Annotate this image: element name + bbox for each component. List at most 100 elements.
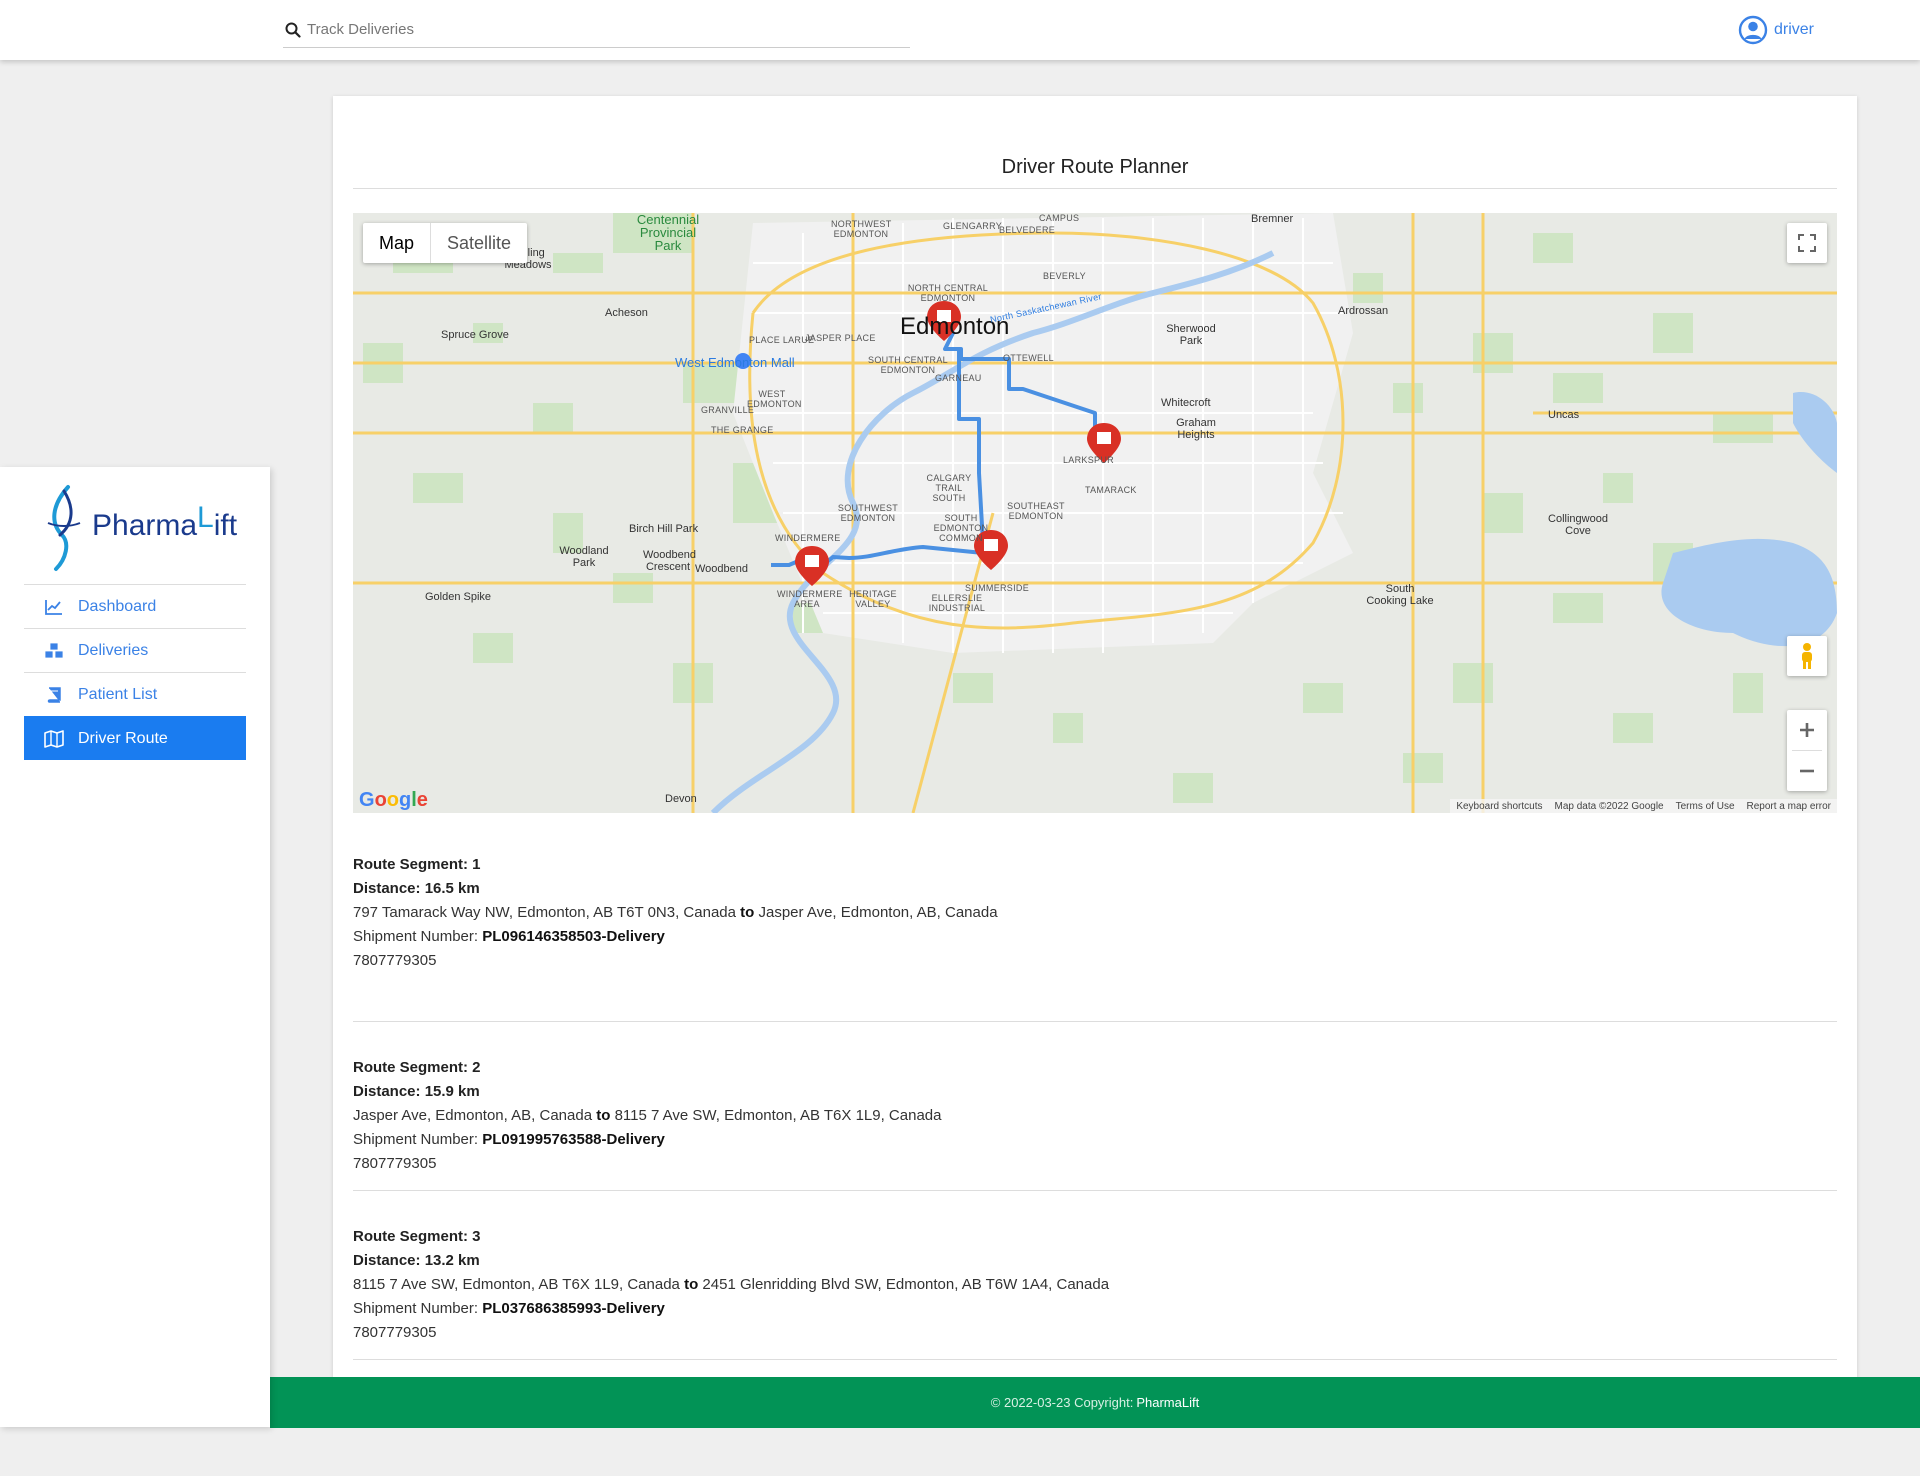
map-label-tamarack: TAMARACK xyxy=(1085,485,1137,495)
logo-text: PharmaLift xyxy=(92,501,238,542)
map-label-south-cooking: South Cooking Lake xyxy=(1366,583,1434,607)
map-label-collingwood: Collingwood Cove xyxy=(1548,513,1608,537)
map-type-satellite-button[interactable]: Satellite xyxy=(431,223,527,263)
map-label-graham: Graham Heights xyxy=(1176,417,1216,441)
user-name: driver xyxy=(1774,21,1815,38)
sidebar-item-label: Deliveries xyxy=(78,641,149,659)
map-label-sc-edmonton: SOUTH CENTRAL EDMONTON xyxy=(868,355,948,375)
segment-shipment: Shipment Number: PL096146358503-Delivery xyxy=(353,928,665,945)
lake xyxy=(1793,392,1837,473)
minus-icon xyxy=(1800,769,1814,773)
terms-link[interactable]: Terms of Use xyxy=(1676,801,1735,812)
map-label-wem: West Edmonton Mall xyxy=(675,355,795,370)
footer-brand-link[interactable]: PharmaLift xyxy=(1136,1395,1199,1410)
map-label-woodbend-crescent: Woodbend Crescent xyxy=(643,549,697,573)
map-label-nc-edmonton: NORTH CENTRAL EDMONTON xyxy=(907,283,989,303)
map-label-heritage: HERITAGE VALLEY xyxy=(849,589,897,609)
map-data-text: Map data ©2022 Google xyxy=(1554,800,1664,812)
map-label-ardrossan: Ardrossan xyxy=(1338,305,1389,317)
map-type-control: Map Satellite xyxy=(363,223,528,263)
segment-distance: Distance: 15.9 km xyxy=(353,1083,480,1100)
segment-addresses: Jasper Ave, Edmonton, AB, Canada to 8115… xyxy=(353,1107,942,1124)
google-logo[interactable]: Google xyxy=(359,789,428,812)
map-label-ellerslie: ELLERSLIE INDUSTRIAL xyxy=(928,593,986,613)
segment-shipment: Shipment Number: PL091995763588-Delivery xyxy=(353,1131,665,1148)
segment-heading: Route Segment: 1 xyxy=(353,856,481,873)
plus-icon xyxy=(1800,723,1814,737)
map-label-glengarry: GLENGARRY xyxy=(943,221,1003,231)
user-avatar-icon xyxy=(1738,15,1768,45)
map-label-woodbend: Woodbend xyxy=(695,563,749,575)
map-label-place-larue: PLACE LARUE xyxy=(749,335,815,345)
map-type-map-button[interactable]: Map xyxy=(363,223,432,263)
search-input[interactable] xyxy=(307,16,897,42)
page-title: Driver Route Planner xyxy=(1001,156,1189,178)
route-segment: Route Segment: 3 Distance: 13.2 km 8115 … xyxy=(353,1191,1837,1360)
segment-phone: 7807779305 xyxy=(353,1155,437,1172)
segment-phone: 7807779305 xyxy=(353,952,437,969)
sidebar-item-dashboard[interactable]: Dashboard xyxy=(24,584,246,628)
map-label-devon: Devon xyxy=(665,793,697,805)
chart-line-icon xyxy=(45,599,62,615)
search-icon[interactable] xyxy=(285,22,301,38)
map-label-spruce-grove: Spruce Grove xyxy=(441,329,509,341)
map-label-bremner: Bremner xyxy=(1251,213,1294,225)
route-map[interactable]: Edmonton Centennial Provincial Park Spru… xyxy=(353,213,1837,813)
map-label-the-grange: THE GRANGE xyxy=(711,425,774,435)
map-attribution: Keyboard shortcuts Map data ©2022 Google… xyxy=(1450,799,1837,813)
footer: © 2022-03-23 Copyright: PharmaLift xyxy=(270,1377,1920,1428)
segment-phone: 7807779305 xyxy=(353,1324,437,1341)
route-segment: Route Segment: 2 Distance: 15.9 km Jaspe… xyxy=(353,1022,1837,1191)
map-label-nw-edmonton: NORTHWEST EDMONTON xyxy=(831,219,892,239)
user-menu[interactable]: driver xyxy=(1738,14,1814,46)
book-icon xyxy=(47,686,61,703)
zoom-control xyxy=(1787,710,1827,791)
map-label-sherwood: Sherwood Park xyxy=(1166,323,1216,347)
map-label-s-edmonton-common: SOUTH EDMONTON COMMON xyxy=(933,513,989,543)
map-label-windermere-area: WINDERMERE AREA xyxy=(777,589,843,609)
map-label-park: Centennial Provincial Park xyxy=(636,213,700,253)
map-label-se-edmonton: SOUTHEAST EDMONTON xyxy=(1007,501,1065,521)
search-bar xyxy=(283,14,910,48)
route-segment: Route Segment: 1 Distance: 16.5 km 797 T… xyxy=(353,853,1837,1022)
segment-addresses: 797 Tamarack Way NW, Edmonton, AB T6T 0N… xyxy=(353,904,998,921)
zoom-in-button[interactable] xyxy=(1787,710,1827,750)
map-label-campus: CAMPUS xyxy=(1039,213,1080,223)
map-label-belvedere: BELVEDERE xyxy=(999,225,1056,235)
map-label-whitecroft: Whitecroft xyxy=(1161,397,1211,409)
map-label-larkspur: LARKSPUR xyxy=(1063,455,1114,465)
sidebar: PharmaLift Dashboard Deliveries Patient … xyxy=(0,467,270,1427)
map-canvas xyxy=(353,213,1837,813)
title-divider xyxy=(353,188,1837,189)
zoom-out-button[interactable] xyxy=(1787,751,1827,791)
segment-heading: Route Segment: 3 xyxy=(353,1228,481,1245)
top-bar: driver xyxy=(0,0,1920,60)
map-label-uncas: Uncas xyxy=(1548,409,1580,421)
map-label-birch-hill: Birch Hill Park xyxy=(629,523,699,535)
map-label-golden-spike: Golden Spike xyxy=(425,591,492,603)
fullscreen-button[interactable] xyxy=(1787,223,1827,263)
map-label-sw-edmonton: SOUTHWEST EDMONTON xyxy=(837,503,899,523)
sidebar-item-patient-list[interactable]: Patient List xyxy=(24,672,246,716)
keyboard-shortcuts-link[interactable]: Keyboard shortcuts xyxy=(1456,801,1542,812)
pharmalift-logo[interactable]: PharmaLift xyxy=(44,483,238,573)
street-view-button[interactable] xyxy=(1787,636,1827,676)
cooking-lake xyxy=(1661,538,1837,647)
sidebar-item-label: Driver Route xyxy=(78,729,168,747)
map-label-calgary-trail: CALGARY TRAIL SOUTH xyxy=(926,473,972,503)
report-error-link[interactable]: Report a map error xyxy=(1747,801,1831,812)
segment-shipment: Shipment Number: PL037686385993-Delivery xyxy=(353,1300,665,1317)
map-label-ottewell: OTTEWELL xyxy=(1003,353,1054,363)
segment-distance: Distance: 16.5 km xyxy=(353,880,480,897)
sidebar-item-deliveries[interactable]: Deliveries xyxy=(24,628,246,672)
map-label-woodland: Woodland Park xyxy=(559,545,609,569)
map-label-granville: GRANVILLE xyxy=(701,405,755,415)
route-segments: Route Segment: 1 Distance: 16.5 km 797 T… xyxy=(353,853,1837,1360)
footer-copyright: © 2022-03-23 Copyright: xyxy=(990,1395,1134,1410)
sidebar-item-driver-route[interactable]: Driver Route xyxy=(24,716,246,760)
sidebar-nav: Dashboard Deliveries Patient List Driver… xyxy=(24,584,246,760)
map-label-summerside: SUMMERSIDE xyxy=(965,583,1030,593)
map-label-windermere: WINDERMERE xyxy=(775,533,841,543)
sidebar-item-label: Patient List xyxy=(78,685,158,703)
fullscreen-icon xyxy=(1798,234,1816,252)
